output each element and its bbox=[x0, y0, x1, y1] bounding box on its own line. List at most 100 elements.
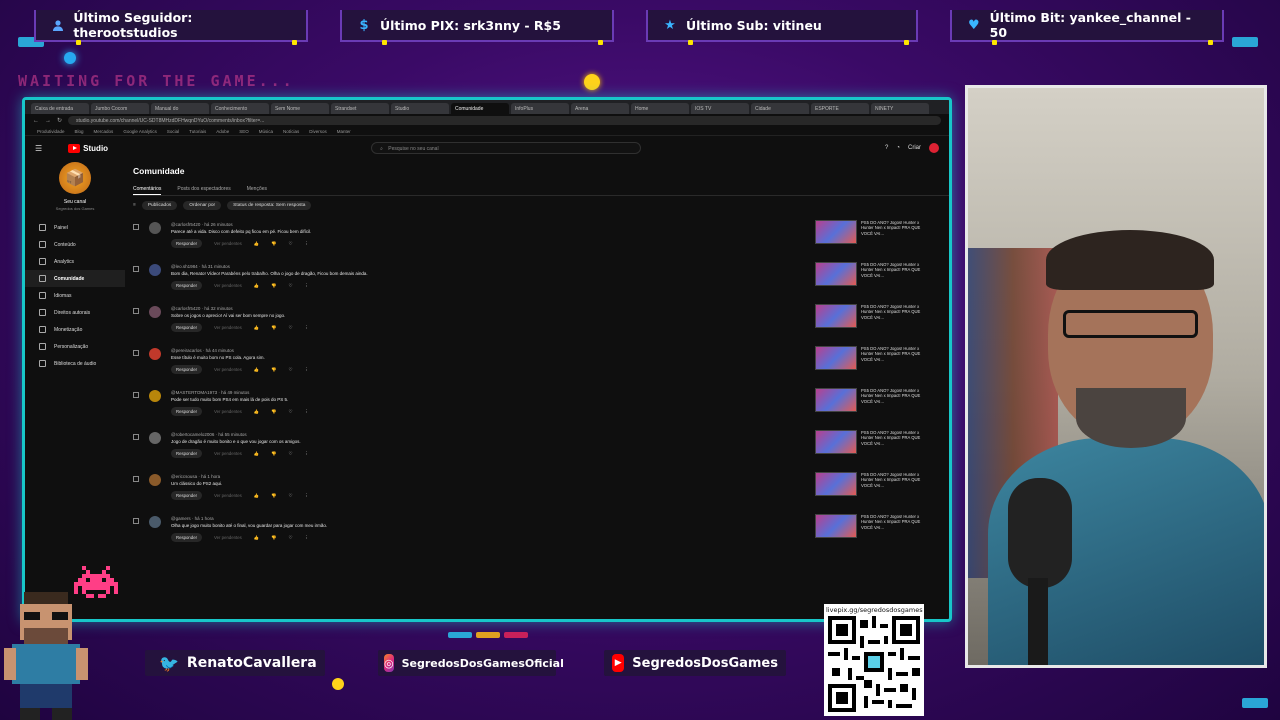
dislike-icon[interactable]: 👎 bbox=[271, 535, 276, 541]
video-thumbnail[interactable] bbox=[815, 262, 857, 286]
reply-button[interactable]: Responder bbox=[171, 281, 203, 291]
tab-1[interactable]: Posts dos espectadores bbox=[177, 186, 230, 195]
browser-tab[interactable]: InfoPlus bbox=[511, 103, 569, 114]
pending-tag[interactable]: Ver pendentes bbox=[214, 451, 242, 456]
like-icon[interactable]: 👍 bbox=[254, 283, 259, 289]
bookmark-item[interactable]: Adobe bbox=[216, 129, 229, 134]
browser-tab[interactable]: Home bbox=[631, 103, 689, 114]
commenter-avatar[interactable] bbox=[149, 390, 161, 402]
commenter-avatar[interactable] bbox=[149, 432, 161, 444]
comment-checkbox[interactable] bbox=[133, 434, 139, 440]
browser-tab[interactable]: Sem Nome bbox=[271, 103, 329, 114]
pending-tag[interactable]: Ver pendentes bbox=[214, 493, 242, 498]
sidebar-item-direitos-autorais[interactable]: Direitos autorais bbox=[25, 304, 125, 321]
commenter-avatar[interactable] bbox=[149, 516, 161, 528]
heart-icon[interactable]: ♡ bbox=[288, 241, 292, 247]
browser-tab[interactable]: Jumbo Cocom bbox=[91, 103, 149, 114]
comment-video[interactable]: PS5 DO ANO? Jogos! Hunter x Hunter Nen x… bbox=[815, 514, 921, 538]
tab-0[interactable]: Comentários bbox=[133, 186, 162, 195]
sidebar-item-idiomas[interactable]: Idiomas bbox=[25, 287, 125, 304]
video-thumbnail[interactable] bbox=[815, 472, 857, 496]
pending-tag[interactable]: Ver pendentes bbox=[214, 535, 242, 540]
commenter-avatar[interactable] bbox=[149, 348, 161, 360]
browser-tab[interactable]: NINETY bbox=[871, 103, 929, 114]
heart-icon[interactable]: ♡ bbox=[288, 367, 292, 373]
heart-icon[interactable]: ♡ bbox=[288, 325, 292, 331]
bookmark-item[interactable]: Manter bbox=[337, 129, 351, 134]
more-icon[interactable]: ⋮ bbox=[304, 367, 308, 373]
bookmark-item[interactable]: Música bbox=[259, 129, 273, 134]
comment-checkbox[interactable] bbox=[133, 308, 139, 314]
browser-tab[interactable]: ESPORTE bbox=[811, 103, 869, 114]
channel-avatar[interactable]: 📦 bbox=[59, 162, 91, 194]
comment-checkbox[interactable] bbox=[133, 350, 139, 356]
browser-tab[interactable]: Comunidade bbox=[451, 103, 509, 114]
reply-button[interactable]: Responder bbox=[171, 365, 203, 375]
commenter-avatar[interactable] bbox=[149, 264, 161, 276]
more-icon[interactable]: ⋮ bbox=[304, 493, 308, 499]
like-icon[interactable]: 👍 bbox=[254, 241, 259, 247]
like-icon[interactable]: 👍 bbox=[254, 535, 259, 541]
reply-button[interactable]: Responder bbox=[171, 533, 203, 543]
dislike-icon[interactable]: 👎 bbox=[271, 241, 276, 247]
sidebar-item-biblioteca-de-udio[interactable]: Biblioteca de áudio bbox=[25, 355, 125, 372]
more-icon[interactable]: ⋮ bbox=[304, 409, 308, 415]
menu-icon[interactable]: ☰ bbox=[35, 144, 42, 153]
more-icon[interactable]: ⋮ bbox=[304, 451, 308, 457]
dislike-icon[interactable]: 👎 bbox=[271, 367, 276, 373]
more-icon[interactable]: ⋮ bbox=[304, 325, 308, 331]
browser-tab[interactable]: Conhecimento bbox=[211, 103, 269, 114]
bookmark-item[interactable]: SEO bbox=[239, 129, 249, 134]
pending-tag[interactable]: Ver pendentes bbox=[214, 283, 242, 288]
sidebar-item-conte-do[interactable]: Conteúdo bbox=[25, 236, 125, 253]
dislike-icon[interactable]: 👎 bbox=[271, 283, 276, 289]
bookmark-item[interactable]: Tutoriais bbox=[189, 129, 206, 134]
sidebar-item-personaliza-o[interactable]: Personalização bbox=[25, 338, 125, 355]
avatar[interactable] bbox=[929, 143, 939, 153]
reply-button[interactable]: Responder bbox=[171, 407, 203, 417]
sidebar-item-painel[interactable]: Painel bbox=[25, 219, 125, 236]
comment-checkbox[interactable] bbox=[133, 266, 139, 272]
comment-checkbox[interactable] bbox=[133, 392, 139, 398]
help-icon[interactable]: ? bbox=[885, 145, 888, 151]
dislike-icon[interactable]: 👎 bbox=[271, 493, 276, 499]
comment-video[interactable]: PS5 DO ANO? Jogos! Hunter x Hunter Nen x… bbox=[815, 388, 921, 412]
browser-tab[interactable]: Cidade bbox=[751, 103, 809, 114]
pending-tag[interactable]: Ver pendentes bbox=[214, 241, 242, 246]
commenter-avatar[interactable] bbox=[149, 222, 161, 234]
comment-video[interactable]: PS5 DO ANO? Jogos! Hunter x Hunter Nen x… bbox=[815, 430, 921, 454]
dislike-icon[interactable]: 👎 bbox=[271, 325, 276, 331]
video-thumbnail[interactable] bbox=[815, 514, 857, 538]
more-icon[interactable]: ⋮ bbox=[304, 283, 308, 289]
reply-button[interactable]: Responder bbox=[171, 449, 203, 459]
like-icon[interactable]: 👍 bbox=[254, 325, 259, 331]
comment-video[interactable]: PS5 DO ANO? Jogos! Hunter x Hunter Nen x… bbox=[815, 472, 921, 496]
reload-icon[interactable]: ↻ bbox=[57, 117, 62, 124]
filter-chip-reply-status[interactable]: Status de resposta: Sem resposta bbox=[227, 201, 312, 210]
browser-tab[interactable]: IOS TV bbox=[691, 103, 749, 114]
like-icon[interactable]: 👍 bbox=[254, 409, 259, 415]
reply-button[interactable]: Responder bbox=[171, 239, 203, 249]
pending-tag[interactable]: Ver pendentes bbox=[214, 325, 242, 330]
video-thumbnail[interactable] bbox=[815, 430, 857, 454]
bookmark-item[interactable]: Social bbox=[167, 129, 179, 134]
bookmark-item[interactable]: Diversos bbox=[309, 129, 327, 134]
studio-logo[interactable]: Studio bbox=[68, 143, 108, 153]
bookmark-item[interactable]: Mercados bbox=[94, 129, 114, 134]
back-icon[interactable]: ← bbox=[33, 118, 39, 124]
video-thumbnail[interactable] bbox=[815, 346, 857, 370]
dislike-icon[interactable]: 👎 bbox=[271, 409, 276, 415]
browser-tab[interactable]: Studio bbox=[391, 103, 449, 114]
address-bar[interactable]: studio.youtube.com/channel/UC-SDT8MHzdDF… bbox=[68, 116, 941, 125]
video-thumbnail[interactable] bbox=[815, 388, 857, 412]
reply-button[interactable]: Responder bbox=[171, 491, 203, 501]
heart-icon[interactable]: ♡ bbox=[288, 493, 292, 499]
comment-video[interactable]: PS5 DO ANO? Jogos! Hunter x Hunter Nen x… bbox=[815, 220, 921, 244]
like-icon[interactable]: 👍 bbox=[254, 493, 259, 499]
like-icon[interactable]: 👍 bbox=[254, 367, 259, 373]
browser-tab[interactable]: Manual do bbox=[151, 103, 209, 114]
video-thumbnail[interactable] bbox=[815, 220, 857, 244]
comment-checkbox[interactable] bbox=[133, 518, 139, 524]
pending-tag[interactable]: Ver pendentes bbox=[214, 409, 242, 414]
bookmark-item[interactable]: Notícias bbox=[283, 129, 299, 134]
